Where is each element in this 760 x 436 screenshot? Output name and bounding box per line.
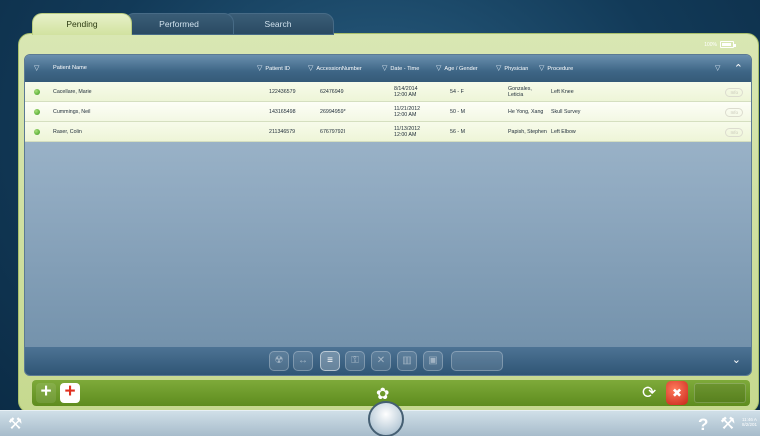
cell-age-gender: 50 - M xyxy=(450,108,466,115)
filter-right[interactable]: ▽ xyxy=(715,65,720,72)
cell-time: 12:00 AM xyxy=(394,131,417,138)
measure-icon[interactable]: ↔ xyxy=(293,351,313,371)
clock-date: 8/2/201 xyxy=(742,422,758,428)
tab-bar: Search Performed Pending xyxy=(32,13,334,35)
filter-all[interactable]: ▽ xyxy=(34,65,39,72)
cell-name: Raser, Colin xyxy=(53,128,82,135)
cell-procedure: Left Knee xyxy=(551,88,574,95)
cell-physician: Papish, Stephen xyxy=(508,128,547,135)
tab-performed[interactable]: Performed xyxy=(124,13,234,35)
cell-name: Cummings, Neil xyxy=(53,108,91,115)
table-row[interactable]: Cacellare, Marie 122436579 62476949 8/14… xyxy=(25,82,751,102)
cell-physician-line2: Leticia xyxy=(508,91,524,98)
sort-icon: ▽ xyxy=(436,65,442,72)
col-label: Patient ID xyxy=(265,65,290,72)
layout-icon[interactable]: ▥ xyxy=(397,351,417,371)
col-patient-id[interactable]: ▽ Patient ID xyxy=(257,65,290,72)
col-age-gender[interactable]: ▽ Age / Gender xyxy=(436,65,478,72)
blank-action-button[interactable] xyxy=(694,383,746,403)
cell-datetime: 11/13/2012 12:00 AM xyxy=(394,125,420,137)
cell-accession: 62476949 xyxy=(320,88,344,95)
cell-physician: Gonzales, Leticia xyxy=(508,85,532,97)
grid-header: ▽ Patient Name ▽ Patient ID ▽ AccessionN… xyxy=(25,55,751,82)
col-label: Patient Name xyxy=(53,65,87,71)
col-label: AccessionNumber xyxy=(316,65,362,72)
status-dot-icon xyxy=(34,89,40,95)
sort-icon: ▽ xyxy=(496,65,502,72)
col-patient-name[interactable]: Patient Name xyxy=(53,65,87,71)
sync-icon[interactable]: ⟳ xyxy=(642,383,656,403)
col-label: Physician xyxy=(504,65,529,72)
info-button[interactable]: Info xyxy=(725,88,743,97)
add-patient-button[interactable]: + xyxy=(36,382,56,403)
patient-grid: ▽ Patient Name ▽ Patient ID ▽ AccessionN… xyxy=(24,54,752,376)
system-clock: 11:46 A 8/2/201 xyxy=(742,417,757,428)
battery-icon xyxy=(720,41,736,48)
col-physician[interactable]: ▽ Physician xyxy=(496,65,528,72)
cell-accession: 67679792I xyxy=(320,128,346,135)
settings-wrench-icon[interactable]: ⚒ xyxy=(8,414,22,434)
col-accession[interactable]: ▽ AccessionNumber xyxy=(308,65,362,72)
list-icon[interactable]: ≡ xyxy=(320,351,340,371)
radiation-icon[interactable]: ☢ xyxy=(269,351,289,371)
image-icon[interactable]: ▣ xyxy=(423,351,443,371)
cell-procedure: Left Elbow xyxy=(551,128,576,135)
cell-time: 12:00 AM xyxy=(394,111,417,118)
add-emergency-button[interactable]: + xyxy=(60,382,80,403)
cell-physician: He Yong, Xang xyxy=(508,108,544,115)
cell-datetime: 8/14/2014 12:00 AM xyxy=(394,85,418,97)
status-dot-icon xyxy=(34,109,40,115)
cell-id: 143165498 xyxy=(269,108,296,115)
col-date-time[interactable]: ▽ Date - Time xyxy=(382,65,419,72)
tab-pending[interactable]: Pending xyxy=(32,13,132,35)
sort-icon: ▽ xyxy=(539,65,545,72)
cell-procedure: Skull Survey xyxy=(551,108,581,115)
col-label: Procedure xyxy=(547,65,574,72)
clock-time: 11:46 A xyxy=(742,417,757,422)
collapse-icon[interactable]: ⌃ xyxy=(734,62,743,75)
cell-id: 122436579 xyxy=(269,88,296,95)
system-bar: ⚒ ? ⚒ 11:46 A 8/2/201 xyxy=(0,401,760,436)
cell-id: 211346579 xyxy=(269,128,296,135)
cell-age-gender: 54 - F xyxy=(450,88,464,95)
sort-icon: ▽ xyxy=(715,65,721,72)
info-button[interactable]: Info xyxy=(725,108,743,117)
tools-wrench-icon[interactable]: ⚒ xyxy=(720,414,735,434)
emergency-icon[interactable]: ✖ xyxy=(666,381,688,405)
cell-age-gender: 56 - M xyxy=(450,128,466,135)
grid-rows: Cacellare, Marie 122436579 62476949 8/14… xyxy=(25,82,751,142)
battery-status: 100% xyxy=(704,41,736,48)
status-dot-icon xyxy=(34,129,40,135)
key-icon[interactable]: ⚿ xyxy=(345,351,365,371)
col-label: Age / Gender xyxy=(444,65,478,72)
cell-name: Cacellare, Marie xyxy=(53,88,92,95)
col-procedure[interactable]: ▽ Procedure xyxy=(539,65,573,72)
grid-toolbar: ☢ ↔ ≡ ⚿ ✕ ▥ ▣ ⌄ xyxy=(25,347,751,375)
tab-search[interactable]: Search xyxy=(222,13,334,35)
cell-datetime: 11/21/2012 12:00 AM xyxy=(394,105,420,117)
home-button[interactable] xyxy=(368,401,404,436)
cell-accession: 26994959* xyxy=(320,108,346,115)
blank-button[interactable] xyxy=(451,351,503,371)
table-row[interactable]: Cummings, Neil 143165498 26994959* 11/21… xyxy=(25,102,751,122)
sort-icon: ▽ xyxy=(257,65,263,72)
expand-icon[interactable]: ⌄ xyxy=(732,353,741,366)
table-row[interactable]: Raser, Colin 211346579 67679792I 11/13/2… xyxy=(25,122,751,142)
sort-icon: ▽ xyxy=(382,65,388,72)
battery-label: 100% xyxy=(704,41,717,48)
help-icon[interactable]: ? xyxy=(698,415,708,435)
cell-time: 12:00 AM xyxy=(394,91,417,98)
sort-icon: ▽ xyxy=(34,65,40,72)
info-button[interactable]: Info xyxy=(725,128,743,137)
col-label: Date - Time xyxy=(390,65,420,72)
sort-icon: ▽ xyxy=(308,65,314,72)
delete-icon[interactable]: ✕ xyxy=(371,351,391,371)
